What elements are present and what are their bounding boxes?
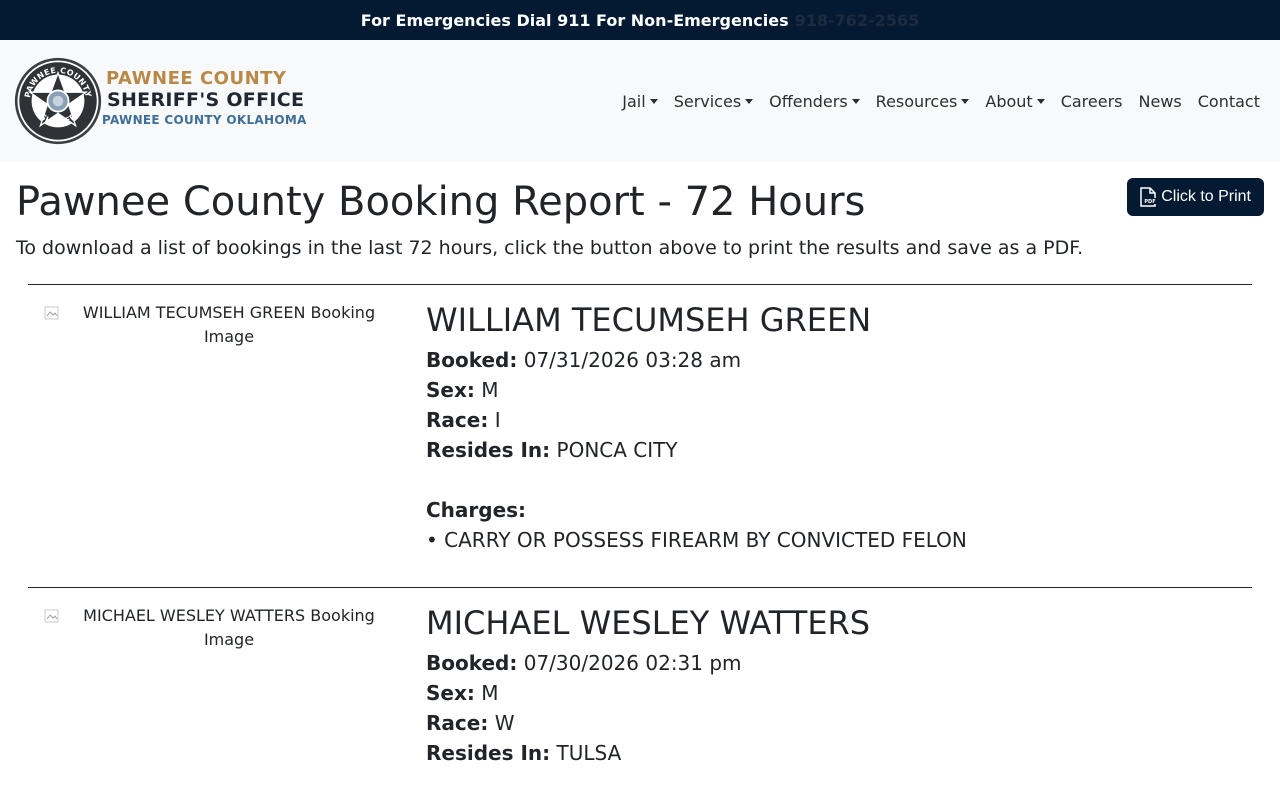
chevron-down-icon xyxy=(745,98,754,104)
booking-photo: WILLIAM TECUMSEH GREEN Booking Image xyxy=(28,301,418,587)
inmate-name: WILLIAM TECUMSEH GREEN xyxy=(426,301,872,339)
brand-state: PAWNEE COUNTY OKLAHOMA xyxy=(102,113,307,127)
charge-item: • CARRY OR POSSESS FIREARM BY CONVICTED … xyxy=(426,528,967,552)
non-emergency-phone-link[interactable]: 918-762-2565 xyxy=(795,11,920,30)
chevron-down-icon xyxy=(961,98,970,104)
booked-field: Booked: 07/30/2026 02:31 pm xyxy=(426,651,742,675)
emergency-banner: For Emergencies Dial 911 For Non-Emergen… xyxy=(0,0,1280,40)
broken-image-icon xyxy=(44,306,59,320)
emergency-text: For Emergencies Dial 911 For Non-Emergen… xyxy=(360,10,789,30)
charges-heading: Charges: xyxy=(426,498,527,522)
race-field: Race: I xyxy=(426,408,501,432)
nav-careers[interactable]: Careers xyxy=(1061,92,1123,111)
booking-details: WILLIAM TECUMSEH GREEN Booked: 07/31/202… xyxy=(418,301,967,587)
print-button[interactable]: PDF Click to Print xyxy=(1127,178,1264,216)
broken-image-icon xyxy=(44,609,59,623)
resides-field: Resides In: PONCA CITY xyxy=(426,438,678,462)
brand-text: PAWNEE COUNTY SHERIFF'S OFFICE PAWNEE CO… xyxy=(102,68,307,130)
nav-services[interactable]: Services xyxy=(674,92,754,111)
sex-field: Sex: M xyxy=(426,378,499,402)
resides-field: Resides In: TULSA xyxy=(426,741,622,765)
chevron-down-icon xyxy=(1036,98,1045,104)
pdf-file-icon: PDF xyxy=(1140,187,1157,207)
print-button-label: Click to Print xyxy=(1161,188,1251,205)
page-title: Pawnee County Booking Report - 72 Hours xyxy=(16,179,866,225)
booking-image-alt: WILLIAM TECUMSEH GREEN Booking Image xyxy=(82,303,376,346)
main-navbar: PAWNEE COUNTY SHERIFF PAWNEE COUNTY SHER… xyxy=(0,40,1280,162)
nav-news[interactable]: News xyxy=(1139,92,1182,111)
booking-image-alt: MICHAEL WESLEY WATTERS Booking Image xyxy=(83,606,375,649)
nav-resources[interactable]: Resources xyxy=(876,92,970,111)
sex-field: Sex: M xyxy=(426,681,499,705)
race-field: Race: W xyxy=(426,711,515,735)
nav-menu: Jail Services Offenders Resources About … xyxy=(606,92,1260,111)
nav-contact[interactable]: Contact xyxy=(1198,92,1260,111)
instructions-text: To download a list of bookings in the la… xyxy=(16,237,1084,259)
page-header: Pawnee County Booking Report - 72 Hours … xyxy=(0,162,1280,226)
booking-record: MICHAEL WESLEY WATTERS Booking Image MIC… xyxy=(28,587,1252,768)
booking-list: WILLIAM TECUMSEH GREEN Booking Image WIL… xyxy=(0,284,1280,768)
nav-jail[interactable]: Jail xyxy=(622,92,658,111)
chevron-down-icon xyxy=(851,98,860,104)
brand-office: SHERIFF'S OFFICE xyxy=(107,89,305,111)
inmate-name: MICHAEL WESLEY WATTERS xyxy=(426,604,871,642)
nav-about[interactable]: About xyxy=(985,92,1045,111)
booked-field: Booked: 07/31/2026 03:28 am xyxy=(426,348,742,372)
booking-record: WILLIAM TECUMSEH GREEN Booking Image WIL… xyxy=(28,284,1252,587)
sheriff-star-icon: PAWNEE COUNTY SHERIFF xyxy=(14,57,102,145)
chevron-down-icon xyxy=(649,98,658,104)
booking-details: MICHAEL WESLEY WATTERS Booked: 07/30/202… xyxy=(418,604,870,768)
nav-offenders[interactable]: Offenders xyxy=(769,92,860,111)
svg-text:PDF: PDF xyxy=(1145,199,1156,205)
brand-logo-link[interactable]: PAWNEE COUNTY SHERIFF PAWNEE COUNTY SHER… xyxy=(14,57,307,145)
brand-county: PAWNEE COUNTY xyxy=(106,68,287,89)
booking-photo: MICHAEL WESLEY WATTERS Booking Image xyxy=(28,604,418,768)
